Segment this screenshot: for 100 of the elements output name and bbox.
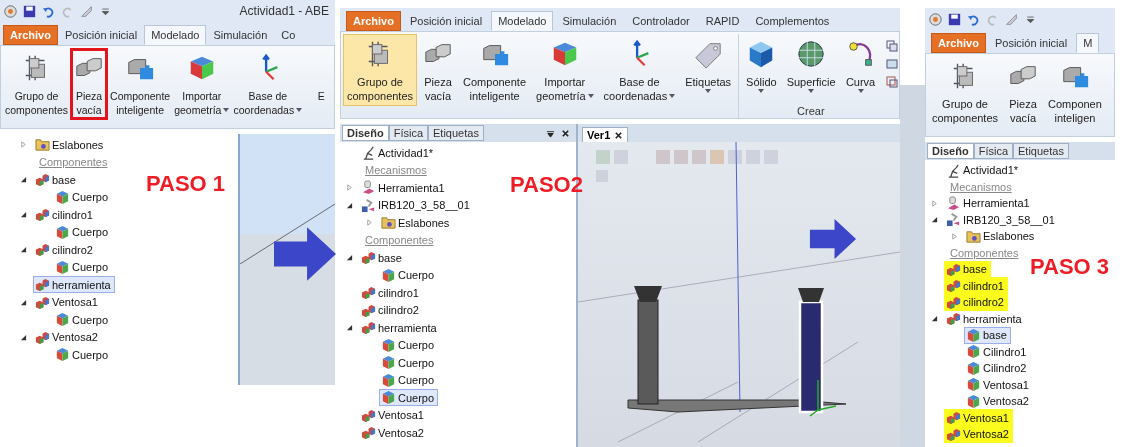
tree-item[interactable]: Cuerpo <box>53 258 113 276</box>
cubes-icon <box>35 172 50 188</box>
expanded-icon[interactable] <box>20 298 27 306</box>
tree-item[interactable]: cilindro1 <box>359 284 423 302</box>
close-icon[interactable] <box>614 130 624 140</box>
save-icon[interactable] <box>948 12 961 26</box>
tree-item[interactable]: Cuerpo <box>379 354 439 372</box>
ribbon-button[interactable]: Base de coordenadas <box>231 48 305 120</box>
tree-item[interactable]: cilindro2 <box>33 241 97 259</box>
tree-item[interactable]: Cuerpo <box>379 266 439 284</box>
app-button-icon[interactable] <box>929 12 942 26</box>
expanded-icon[interactable] <box>20 333 27 341</box>
ribbon-tab[interactable]: Modelado <box>491 11 554 31</box>
ribbon-tab[interactable]: Co <box>274 25 303 45</box>
ribbon-button[interactable]: Etiquetas <box>681 34 736 106</box>
tree-item[interactable]: base <box>944 260 991 278</box>
tree-item[interactable]: cilindro2 <box>359 301 423 319</box>
pane-menu-icon[interactable] <box>546 128 555 138</box>
ribbon-tab[interactable]: Simulación <box>555 11 624 31</box>
ribbon-tab[interactable]: Posición inicial <box>402 11 490 31</box>
tree-item[interactable]: base <box>359 249 406 267</box>
ribbon-tab[interactable]: Controlador <box>625 11 697 31</box>
ribbon-tab[interactable]: Posición inicial <box>987 33 1075 53</box>
pane-tab[interactable]: Física <box>388 125 429 141</box>
save-icon[interactable] <box>23 4 36 18</box>
tree-item[interactable]: Eslabones <box>964 227 1039 245</box>
ribbon-button[interactable]: Curva <box>841 34 880 96</box>
undo-icon[interactable] <box>42 4 55 18</box>
tree-item[interactable]: IRB120_3_58__01 <box>359 196 474 214</box>
ribbon-button[interactable]: Pieza vacía <box>419 34 458 106</box>
tree-item[interactable]: Actividad1* <box>359 144 438 162</box>
small-tool-icon[interactable] <box>885 40 898 52</box>
ribbon-button[interactable]: Pieza vacía <box>1004 56 1043 128</box>
ribbon-button[interactable]: Grupo de componentes <box>928 56 1003 128</box>
ribbon-button[interactable]: Importar geometría <box>172 48 232 120</box>
tree-item[interactable]: Ventosa1 <box>359 406 428 424</box>
tree-item[interactable]: Ventosa1 <box>964 376 1033 394</box>
tree-item[interactable]: Cuerpo <box>53 223 113 241</box>
ribbon-tab[interactable]: Simulación <box>206 25 275 45</box>
ribbon-button[interactable]: Pieza vacía <box>70 48 109 120</box>
tree-item[interactable]: Eslabones <box>33 136 108 154</box>
tree-item[interactable]: herramienta <box>33 276 115 294</box>
expanded-icon[interactable] <box>20 176 27 184</box>
close-icon[interactable] <box>561 128 570 138</box>
ribbon-button[interactable]: Componen inteligen <box>1044 56 1106 128</box>
tree-item[interactable]: Cuerpo <box>53 311 113 329</box>
app-button-icon[interactable] <box>4 4 17 18</box>
tree-item[interactable]: IRB120_3_58__01 <box>944 211 1059 229</box>
tree-item[interactable]: Cilindro1 <box>964 343 1031 361</box>
tree-item[interactable]: Cuerpo <box>379 336 439 354</box>
tree-item[interactable]: Actividad1* <box>944 161 1023 179</box>
expanded-icon[interactable] <box>346 324 353 332</box>
ribbon-tab[interactable]: RAPID <box>698 11 747 31</box>
view-tab[interactable]: Ver1 <box>582 127 629 142</box>
tree-item[interactable]: Herramienta1 <box>944 194 1034 212</box>
tree-item[interactable]: Ventosa2 <box>33 328 102 346</box>
tree-item[interactable]: base <box>964 326 1011 344</box>
undo-icon[interactable] <box>967 12 980 26</box>
pane-tab[interactable]: Etiquetas <box>1013 143 1069 159</box>
pane-tab[interactable]: Física <box>973 143 1014 159</box>
expanded-icon[interactable] <box>20 211 27 219</box>
tree-item[interactable]: Ventosa1 <box>944 409 1013 427</box>
ribbon-tab[interactable]: Modelado <box>144 25 207 45</box>
ribbon-button[interactable]: Importar geometría <box>532 34 598 106</box>
expanded-icon[interactable] <box>346 201 353 209</box>
pane-tab[interactable]: Etiquetas <box>428 125 484 141</box>
tree-item[interactable]: Herramienta1 <box>359 179 449 197</box>
ribbon-button[interactable]: Superficie <box>782 34 840 96</box>
expanded-icon[interactable] <box>20 246 27 254</box>
tree-item[interactable]: Eslabones <box>379 214 454 232</box>
tree-item[interactable]: Cuerpo <box>53 346 113 364</box>
pane-tab[interactable]: Diseño <box>927 143 974 159</box>
ribbon-button[interactable]: E <box>304 48 334 120</box>
tree-item[interactable]: base <box>33 171 80 189</box>
ribbon-tab[interactable]: Complementos <box>748 11 837 31</box>
tree-item[interactable]: herramienta <box>359 319 441 337</box>
tree-item[interactable]: Ventosa1 <box>33 293 102 311</box>
tree-item[interactable]: Cuerpo <box>379 371 439 389</box>
expanded-icon[interactable] <box>931 216 938 224</box>
small-tool-icon[interactable] <box>885 58 898 70</box>
tree-item[interactable]: Cuerpo <box>379 389 439 407</box>
ribbon-button[interactable]: Grupo de componentes <box>3 48 71 120</box>
ribbon-button[interactable]: Grupo de componentes <box>343 34 418 106</box>
ribbon-tab[interactable]: Posición inicial <box>57 25 145 45</box>
tree-item[interactable]: cilindro1 <box>944 277 1008 295</box>
ribbon-button[interactable]: Componente inteligente <box>108 48 173 120</box>
ribbon-button[interactable]: Componente inteligente <box>459 34 531 106</box>
tree-item[interactable]: Cuerpo <box>53 188 113 206</box>
ribbon-button[interactable]: Sólido <box>742 34 781 96</box>
pane-tab[interactable]: Diseño <box>342 125 389 141</box>
tree-item[interactable]: herramienta <box>944 310 1026 328</box>
expanded-icon[interactable] <box>346 254 353 262</box>
tree-item[interactable]: cilindro1 <box>33 206 97 224</box>
tree-item[interactable]: Ventosa2 <box>359 424 428 442</box>
small-tool-icon[interactable] <box>885 76 898 88</box>
tree-item[interactable]: Cilindro2 <box>964 359 1031 377</box>
ribbon-tab[interactable]: M <box>1076 33 1100 53</box>
ribbon-button[interactable]: Base de coordenadas <box>599 34 680 106</box>
tree-item[interactable]: Ventosa2 <box>964 392 1033 410</box>
expanded-icon[interactable] <box>931 315 938 323</box>
